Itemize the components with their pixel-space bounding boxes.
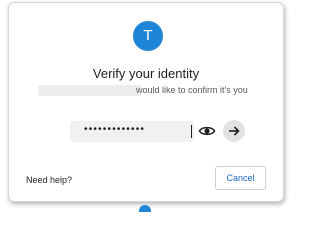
text-caret xyxy=(191,125,192,138)
show-password-button[interactable] xyxy=(198,122,216,140)
dialog-subtitle: would like to confirm it's you xyxy=(136,85,248,95)
verify-identity-dialog: T Verify your identity would like to con… xyxy=(8,2,284,202)
need-help-link[interactable]: Need help? xyxy=(26,175,72,185)
password-value: ••••••••••••• xyxy=(84,124,146,135)
redacted-app-name xyxy=(38,85,141,96)
taskbar-app-indicator xyxy=(139,205,151,212)
dialog-title: Verify your identity xyxy=(92,66,200,81)
avatar: T xyxy=(133,21,163,51)
password-field[interactable]: ••••••••••••• xyxy=(70,121,194,142)
subtitle-row: would like to confirm it's you xyxy=(34,83,264,99)
cancel-button[interactable]: Cancel xyxy=(215,166,266,190)
submit-button[interactable] xyxy=(223,120,245,142)
avatar-initial: T xyxy=(143,27,153,44)
screen: T Verify your identity would like to con… xyxy=(0,0,293,212)
